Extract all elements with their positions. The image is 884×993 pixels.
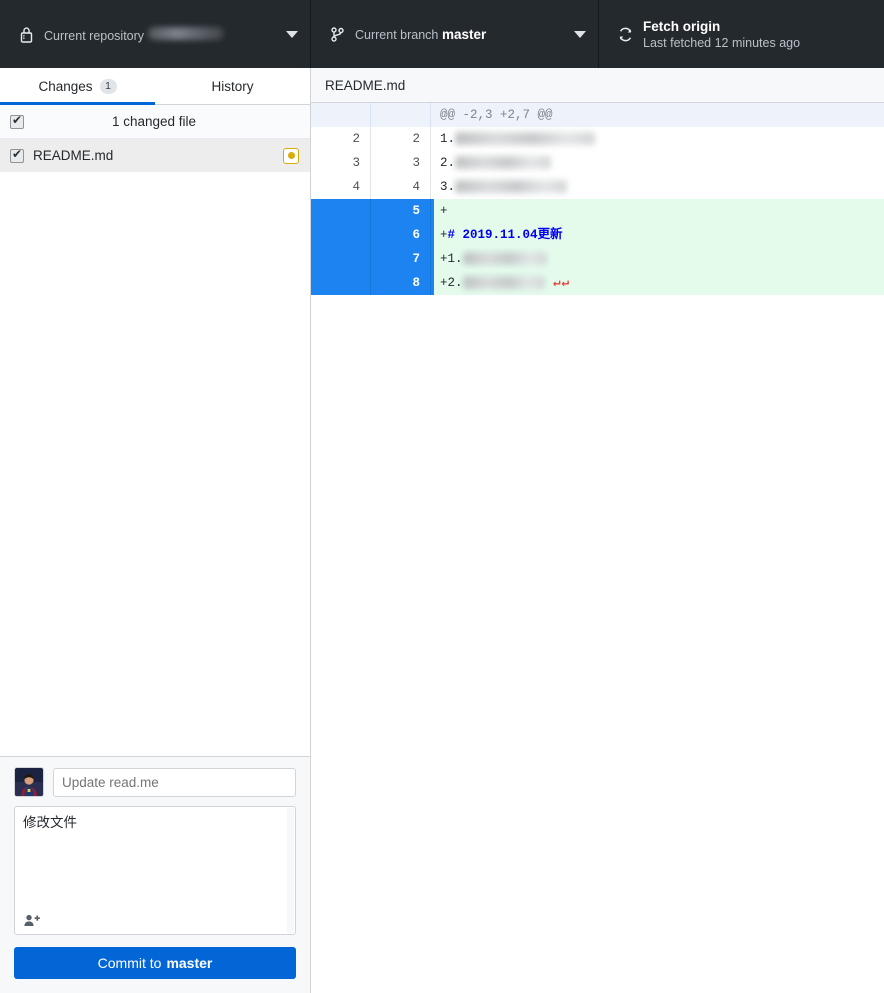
diff-line-text: @@ -2,3 +2,7 @@ bbox=[440, 108, 553, 122]
sidebar-tabs: Changes 1 History bbox=[0, 68, 310, 105]
changed-file-list: README.md bbox=[0, 139, 310, 757]
diff-old-line-number bbox=[311, 199, 371, 223]
fetch-origin-text: Fetch origin Last fetched 12 minutes ago bbox=[639, 18, 872, 51]
diff-old-line-number bbox=[311, 103, 371, 127]
redacted-text bbox=[455, 180, 568, 194]
diff-line-text: +1. bbox=[431, 247, 884, 271]
diff-old-line-number: 4 bbox=[311, 175, 371, 199]
diff-row-context: 4 4 3. bbox=[311, 175, 884, 199]
diff-line-text: + bbox=[431, 199, 884, 223]
current-branch-text: Current branch master bbox=[351, 26, 568, 43]
tab-changes-label: Changes bbox=[38, 78, 93, 94]
diff-line-text: +2. ↵↵ bbox=[431, 271, 884, 295]
diff-new-line-number bbox=[371, 103, 431, 127]
redacted-text bbox=[455, 132, 596, 146]
tab-changes[interactable]: Changes 1 bbox=[0, 68, 155, 105]
diff-new-line-number: 3 bbox=[371, 151, 431, 175]
github-desktop-window: Current repository Current branch master bbox=[0, 0, 884, 993]
sidebar: Changes 1 History 1 changed file README.… bbox=[0, 68, 311, 993]
diff-content: @@ -2,3 +2,7 @@ 2 2 1. 3 3 2. 4 4 3. 5 +6 +# 2019.11… bbox=[311, 103, 884, 993]
diff-row-hunk: @@ -2,3 +2,7 @@ bbox=[311, 103, 884, 127]
diff-file-title: README.md bbox=[311, 68, 884, 103]
fetch-origin-button[interactable]: Fetch origin Last fetched 12 minutes ago bbox=[599, 0, 884, 68]
redacted-text bbox=[462, 252, 547, 266]
diff-row-context: 2 2 1. bbox=[311, 127, 884, 151]
current-branch-value: master bbox=[442, 26, 487, 42]
tab-changes-badge: 1 bbox=[99, 78, 117, 94]
avatar bbox=[14, 767, 44, 797]
diff-new-line-number: 5 bbox=[371, 199, 431, 223]
toolbar: Current repository Current branch master bbox=[0, 0, 884, 68]
add-person-icon[interactable] bbox=[24, 914, 40, 927]
commit-summary-row bbox=[14, 767, 296, 797]
diff-row-added[interactable]: 5 + bbox=[311, 199, 884, 223]
commit-summary-input[interactable] bbox=[53, 767, 296, 797]
diff-old-line-number bbox=[311, 223, 371, 247]
sync-icon bbox=[611, 26, 639, 43]
current-branch-label: Current branch bbox=[355, 27, 439, 42]
file-include-checkbox[interactable] bbox=[10, 147, 24, 163]
tab-history-label: History bbox=[211, 78, 254, 94]
diff-row-added[interactable]: 7 +1. bbox=[311, 247, 884, 271]
commit-area: 修改文件 Commit to master bbox=[0, 757, 310, 993]
diff-old-line-number: 2 bbox=[311, 127, 371, 151]
changed-files-header: 1 changed file bbox=[0, 105, 310, 139]
diff-new-line-number: 8 bbox=[371, 271, 431, 295]
status-badge-modified-icon bbox=[283, 147, 299, 164]
chevron-down-icon[interactable] bbox=[574, 30, 586, 38]
diff-line-text: 1. bbox=[431, 127, 884, 151]
select-all-checkbox[interactable] bbox=[10, 113, 24, 129]
diff-line-text: +# 2019.11.04更新 bbox=[431, 223, 884, 247]
diff-row-context: 3 3 2. bbox=[311, 151, 884, 175]
diff-old-line-number bbox=[311, 271, 371, 295]
file-name: README.md bbox=[33, 148, 114, 163]
commit-button-branch: master bbox=[166, 955, 213, 971]
list-item[interactable]: README.md bbox=[0, 139, 310, 172]
commit-button-prefix: Commit to bbox=[97, 955, 162, 971]
redacted-text bbox=[462, 276, 545, 290]
commit-description-box[interactable]: 修改文件 bbox=[14, 806, 296, 935]
diff-new-line-number: 7 bbox=[371, 247, 431, 271]
diff-old-line-number: 3 bbox=[311, 151, 371, 175]
diff-new-line-number: 6 bbox=[371, 223, 431, 247]
commit-description-text: 修改文件 bbox=[23, 815, 77, 830]
diff-pane: README.md @@ -2,3 +2,7 @@ 2 2 1. 3 3 2. 4 4 3. 5 +6… bbox=[311, 68, 884, 993]
current-repository-button[interactable]: Current repository bbox=[0, 0, 311, 68]
markdown-heading: # 2019.11.04更新 bbox=[447, 228, 563, 242]
current-repository-label: Current repository bbox=[44, 29, 145, 43]
current-repository-text: Current repository bbox=[40, 24, 280, 44]
branch-icon bbox=[323, 26, 351, 43]
description-scrollbar[interactable] bbox=[287, 808, 294, 933]
diff-line-text: 2. bbox=[431, 151, 884, 175]
tab-history[interactable]: History bbox=[155, 68, 310, 104]
diff-new-line-number: 2 bbox=[371, 127, 431, 151]
chevron-down-icon[interactable] bbox=[286, 30, 298, 38]
changed-files-count: 1 changed file bbox=[111, 114, 197, 129]
diff-line-text: 3. bbox=[431, 175, 884, 199]
diff-new-line-number: 4 bbox=[371, 175, 431, 199]
fetch-origin-title: Fetch origin bbox=[643, 18, 721, 34]
diff-row-added[interactable]: 6 +# 2019.11.04更新 bbox=[311, 223, 884, 247]
redacted-text bbox=[455, 156, 552, 170]
main-body: Changes 1 History 1 changed file README.… bbox=[0, 68, 884, 993]
lock-icon bbox=[12, 26, 40, 43]
fetch-origin-subtitle: Last fetched 12 minutes ago bbox=[643, 35, 801, 50]
crlf-marker: ↵↵ bbox=[544, 276, 571, 290]
diff-row-added[interactable]: 8 +2. ↵↵ bbox=[311, 271, 884, 295]
current-branch-button[interactable]: Current branch master bbox=[311, 0, 599, 68]
diff-old-line-number bbox=[311, 247, 371, 271]
current-repository-value-redacted bbox=[147, 27, 224, 40]
commit-to-branch-button[interactable]: Commit to master bbox=[14, 947, 296, 979]
